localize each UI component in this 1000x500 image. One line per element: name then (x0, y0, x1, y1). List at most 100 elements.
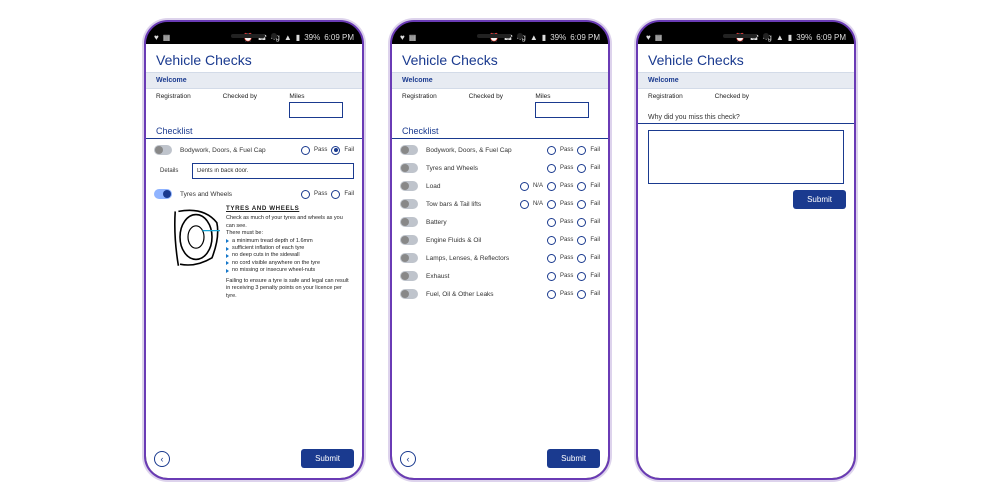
radio-fail[interactable] (577, 182, 586, 191)
details-input[interactable] (192, 163, 354, 179)
checklist-heading: Checklist (146, 124, 362, 139)
phone-mockup-3: ♥ ▦ ⏰ ☎ 4g ▲ ▮ 39% 6:09 PM Vehicle Check… (636, 20, 856, 480)
toggle[interactable] (400, 145, 418, 155)
row-label: Exhaust (422, 273, 543, 280)
checklist-row: BatteryPassFail (400, 213, 600, 231)
miles-label: Miles (289, 93, 352, 100)
radio-na[interactable] (520, 182, 529, 191)
battery-percent: 39% (796, 33, 812, 42)
radio-fail[interactable] (331, 190, 340, 199)
welcome-section: Welcome (146, 72, 362, 89)
toggle-bodywork[interactable] (154, 145, 172, 155)
radio-fail[interactable] (331, 146, 340, 155)
wheel-icon (172, 205, 220, 269)
info-intro: Check as much of your tyres and wheels a… (226, 215, 350, 230)
radio-pass[interactable] (547, 146, 556, 155)
radio-fail[interactable] (577, 218, 586, 227)
app-icon: ▦ (655, 33, 663, 42)
row-label: Bodywork, Doors, & Fuel Cap (176, 147, 297, 154)
info-title: TYRES AND WHEELS (226, 205, 350, 213)
toggle[interactable] (400, 217, 418, 227)
checked-by-label: Checked by (469, 93, 532, 100)
radio-na[interactable] (520, 200, 529, 209)
battery-icon: ▮ (296, 33, 300, 42)
toggle-tyres[interactable] (154, 189, 172, 199)
miss-reason-textarea[interactable] (648, 130, 844, 184)
radio-pass[interactable] (547, 290, 556, 299)
toggle[interactable] (400, 253, 418, 263)
row-label: Tyres and Wheels (176, 191, 297, 198)
toggle[interactable] (400, 163, 418, 173)
app-icon: ▦ (409, 33, 417, 42)
checklist-row: ExhaustPassFail (400, 267, 600, 285)
checklist-row: Tow bars & Tail liftsN/APassFail (400, 195, 600, 213)
radio-fail[interactable] (577, 290, 586, 299)
miles-label: Miles (535, 93, 598, 100)
toggle[interactable] (400, 199, 418, 209)
clock: 6:09 PM (570, 33, 600, 42)
page-title: Vehicle Checks (146, 44, 362, 72)
radio-pass[interactable] (301, 190, 310, 199)
checklist-row: Lamps, Lenses, & ReflectorsPassFail (400, 249, 600, 267)
battery-percent: 39% (304, 33, 320, 42)
checked-by-label: Checked by (223, 93, 286, 100)
row-label: Engine Fluids & Oil (422, 237, 543, 244)
registration-label: Registration (156, 93, 219, 100)
radio-fail[interactable] (577, 146, 586, 155)
checklist-row: Fuel, Oil & Other LeaksPassFail (400, 285, 600, 303)
radio-pass[interactable] (547, 182, 556, 191)
row-label: Tow bars & Tail lifts (422, 201, 516, 208)
battery-icon: ▮ (542, 33, 546, 42)
back-button[interactable]: ‹ (154, 451, 170, 467)
checklist-row: Bodywork, Doors, & Fuel Cap Pass Fail (154, 141, 354, 159)
phone-mockup-2: ♥ ▦ ⏰ ☎ 4g ▲ ▮ 39% 6:09 PM Vehicle Check… (390, 20, 610, 480)
miles-input[interactable] (289, 102, 343, 118)
tyre-illustration: TYRES AND WHEELS Check as much of your t… (154, 203, 354, 304)
heart-icon: ♥ (400, 33, 405, 42)
radio-fail[interactable] (577, 272, 586, 281)
welcome-section: Welcome (392, 72, 608, 89)
submit-button[interactable]: Submit (301, 449, 354, 468)
back-button[interactable]: ‹ (400, 451, 416, 467)
checklist-row: Tyres and WheelsPassFail (400, 159, 600, 177)
radio-pass[interactable] (547, 164, 556, 173)
checklist-heading: Checklist (392, 124, 608, 139)
radio-pass[interactable] (547, 200, 556, 209)
radio-pass[interactable] (301, 146, 310, 155)
row-label: Load (422, 183, 516, 190)
row-label: Lamps, Lenses, & Reflectors (422, 255, 543, 262)
submit-button[interactable]: Submit (547, 449, 600, 468)
toggle[interactable] (400, 289, 418, 299)
signal-icon: ▲ (530, 33, 538, 42)
toggle[interactable] (400, 235, 418, 245)
battery-icon: ▮ (788, 33, 792, 42)
registration-label: Registration (402, 93, 465, 100)
row-label: Fuel, Oil & Other Leaks (422, 291, 543, 298)
info-intro2: There must be: (226, 230, 350, 237)
checklist-row: Bodywork, Doors, & Fuel CapPassFail (400, 141, 600, 159)
toggle[interactable] (400, 181, 418, 191)
radio-pass[interactable] (547, 272, 556, 281)
clock: 6:09 PM (816, 33, 846, 42)
radio-pass[interactable] (547, 236, 556, 245)
toggle[interactable] (400, 271, 418, 281)
battery-percent: 39% (550, 33, 566, 42)
row-label: Bodywork, Doors, & Fuel Cap (422, 147, 543, 154)
row-label: Battery (422, 219, 543, 226)
signal-icon: ▲ (284, 33, 292, 42)
submit-button[interactable]: Submit (793, 190, 846, 209)
radio-pass[interactable] (547, 218, 556, 227)
page-title: Vehicle Checks (392, 44, 608, 72)
row-label: Tyres and Wheels (422, 165, 543, 172)
radio-fail[interactable] (577, 254, 586, 263)
checked-by-label: Checked by (715, 93, 778, 100)
app-icon: ▦ (163, 33, 171, 42)
radio-fail[interactable] (577, 164, 586, 173)
miles-input[interactable] (535, 102, 589, 118)
heart-icon: ♥ (646, 33, 651, 42)
radio-pass[interactable] (547, 254, 556, 263)
radio-fail[interactable] (577, 200, 586, 209)
miss-question: Why did you miss this check? (638, 108, 854, 124)
page-title: Vehicle Checks (638, 44, 854, 72)
radio-fail[interactable] (577, 236, 586, 245)
